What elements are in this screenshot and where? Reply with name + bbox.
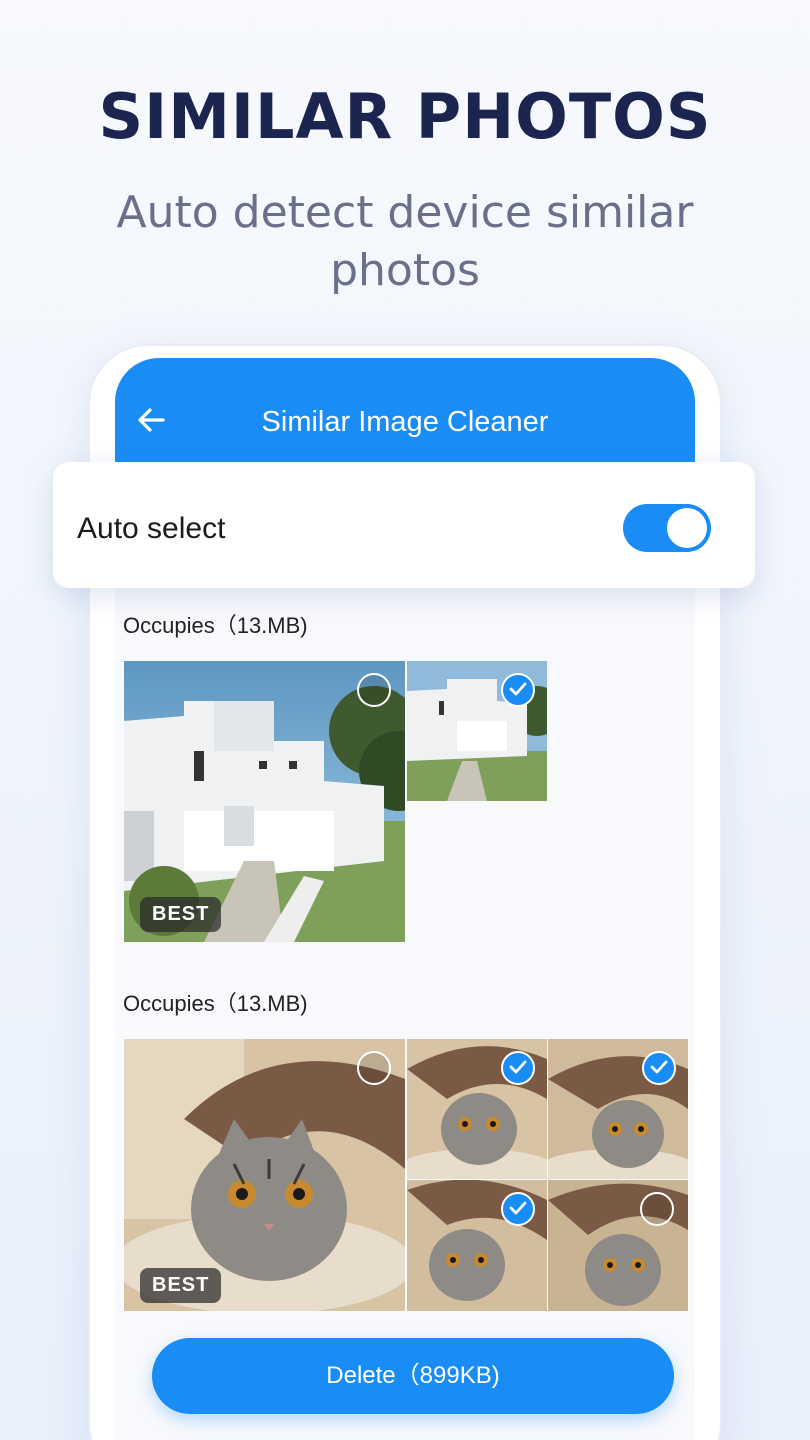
photo-thumbnail[interactable] (407, 661, 547, 801)
select-checkbox[interactable] (357, 1051, 391, 1085)
select-checkbox[interactable] (501, 673, 535, 707)
auto-select-card: Auto select (53, 462, 755, 588)
checkmark-icon (509, 1060, 527, 1074)
headline: SIMILAR PHOTOS (98, 80, 712, 153)
checkmark-icon (509, 682, 527, 696)
photo-thumbnail[interactable] (407, 1039, 547, 1179)
auto-select-toggle[interactable] (623, 504, 711, 552)
select-checkbox[interactable] (357, 673, 391, 707)
photo-thumbnail[interactable] (548, 1039, 688, 1179)
select-checkbox[interactable] (501, 1192, 535, 1226)
group-size-label: Occupies（13.MB) (123, 613, 308, 638)
subheadline: Auto detect device similar photos (116, 187, 694, 296)
group-size-label: Occupies（13.MB) (123, 991, 308, 1016)
photo-thumbnail[interactable] (548, 1180, 688, 1311)
best-badge: BEST (140, 1268, 222, 1303)
photo-thumbnail[interactable]: BEST (124, 1039, 405, 1311)
delete-button[interactable]: Delete（899KB) (152, 1338, 674, 1414)
checkmark-icon (650, 1060, 668, 1074)
select-checkbox[interactable] (501, 1051, 535, 1085)
best-badge: BEST (140, 897, 222, 932)
toggle-knob (667, 508, 707, 548)
select-checkbox[interactable] (640, 1192, 674, 1226)
photo-thumbnail[interactable]: BEST (124, 661, 405, 942)
auto-select-label: Auto select (77, 512, 226, 545)
select-checkbox[interactable] (642, 1051, 676, 1085)
photo-thumbnail[interactable] (407, 1180, 547, 1311)
app-bar-title: Similar Image Cleaner (261, 406, 549, 438)
app-bar: Similar Image Cleaner (115, 358, 695, 462)
checkmark-icon (509, 1201, 527, 1215)
